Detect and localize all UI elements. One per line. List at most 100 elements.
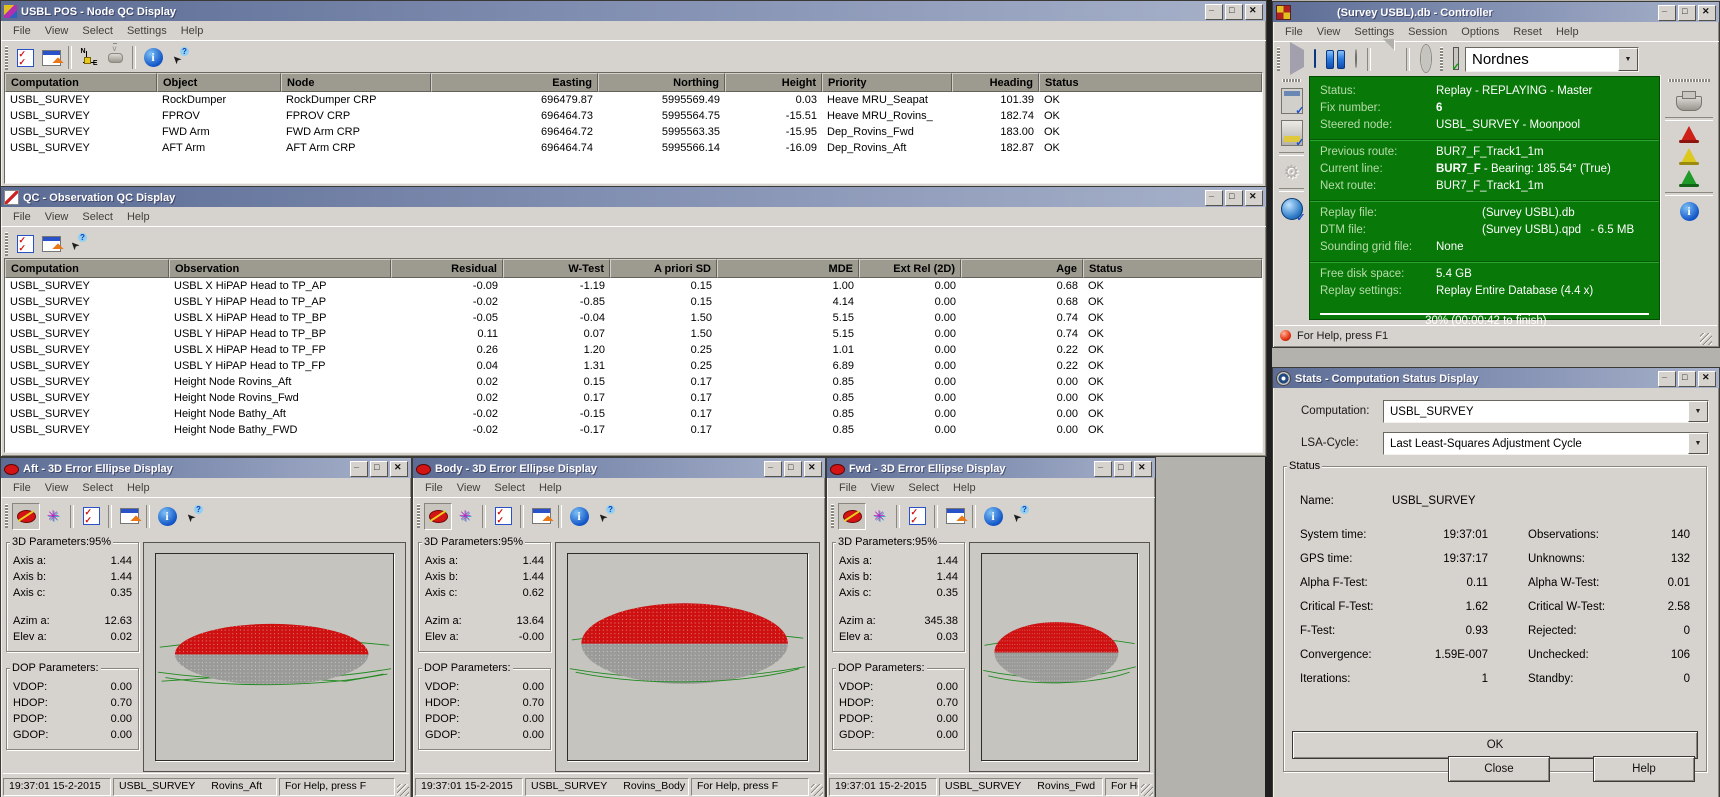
toolbar-grip[interactable] bbox=[5, 504, 8, 528]
add-display-button[interactable] bbox=[942, 504, 968, 529]
axes-button[interactable] bbox=[76, 45, 102, 70]
chevron-down-icon[interactable] bbox=[1688, 401, 1708, 422]
network-view-button[interactable] bbox=[40, 504, 66, 529]
table-row[interactable]: USBL_SURVEYUSBL X HiPAP Head to TP_FP0.2… bbox=[5, 342, 1262, 358]
titlebar[interactable]: QC - Observation QC Display bbox=[1, 187, 1266, 207]
chevron-down-icon[interactable] bbox=[1618, 48, 1638, 71]
menu-item-select[interactable]: Select bbox=[488, 480, 533, 496]
table-row[interactable]: USBL_SURVEYFPROVFPROV CRP696464.73599556… bbox=[5, 108, 1262, 124]
add-display-button[interactable] bbox=[38, 231, 64, 256]
qc-check-button[interactable] bbox=[12, 45, 38, 70]
menu-item-options[interactable]: Options bbox=[1455, 24, 1507, 40]
resize-grip[interactable] bbox=[1141, 784, 1153, 796]
minimize-icon[interactable] bbox=[1658, 5, 1676, 21]
column-header-ext-rel-2d-[interactable]: Ext Rel (2D) bbox=[859, 259, 961, 278]
record-button[interactable] bbox=[1351, 50, 1361, 68]
column-header-computation[interactable]: Computation bbox=[5, 259, 169, 278]
column-header-observation[interactable]: Observation bbox=[169, 259, 391, 278]
close-button[interactable]: Close bbox=[1448, 756, 1550, 782]
column-header-age[interactable]: Age bbox=[961, 259, 1083, 278]
titlebar[interactable]: USBL POS - Node QC Display bbox=[1, 1, 1266, 21]
ellipse-view-button[interactable] bbox=[12, 503, 40, 530]
titlebar[interactable]: Fwd - 3D Error Ellipse Display bbox=[827, 458, 1155, 478]
network-view-button[interactable] bbox=[452, 504, 478, 529]
context-help-button[interactable] bbox=[592, 504, 618, 529]
menu-item-settings[interactable]: Settings bbox=[1348, 24, 1402, 40]
info-button[interactable] bbox=[154, 504, 180, 529]
maximize-icon[interactable] bbox=[1225, 190, 1243, 206]
column-header-status[interactable]: Status bbox=[1083, 259, 1262, 278]
titlebar[interactable]: Body - 3D Error Ellipse Display bbox=[413, 458, 825, 478]
column-header-height[interactable]: Height bbox=[725, 73, 822, 92]
column-header-status[interactable]: Status bbox=[1039, 73, 1262, 92]
minimize-icon[interactable] bbox=[1205, 190, 1223, 206]
toolbar-grip[interactable] bbox=[417, 504, 420, 528]
menu-item-session[interactable]: Session bbox=[1402, 24, 1455, 40]
vessel-button[interactable] bbox=[1661, 88, 1717, 111]
ok-button[interactable]: OK bbox=[1292, 731, 1698, 759]
add-display-button[interactable] bbox=[116, 504, 142, 529]
toolbar-grip[interactable] bbox=[1277, 47, 1280, 71]
table-row[interactable]: USBL_SURVEYHeight Node Rovins_Fwd0.020.1… bbox=[5, 390, 1262, 406]
maximize-icon[interactable] bbox=[1225, 4, 1243, 20]
menu-item-settings[interactable]: Settings bbox=[121, 23, 175, 39]
column-header-computation[interactable]: Computation bbox=[5, 73, 157, 92]
menu-item-file[interactable]: File bbox=[1279, 24, 1311, 40]
close-icon[interactable] bbox=[1698, 371, 1716, 387]
minimize-icon[interactable] bbox=[764, 461, 782, 477]
table-row[interactable]: USBL_SURVEYHeight Node Bathy_FWD-0.02-0.… bbox=[5, 422, 1262, 438]
close-icon[interactable] bbox=[1698, 5, 1716, 21]
menu-item-file[interactable]: File bbox=[833, 480, 865, 496]
table-row[interactable]: USBL_SURVEYHeight Node Rovins_Aft0.020.1… bbox=[5, 374, 1262, 390]
alert-green-button[interactable] bbox=[1661, 170, 1717, 187]
column-header-node[interactable]: Node bbox=[281, 73, 431, 92]
info-button[interactable] bbox=[980, 504, 1006, 529]
qc-check-button[interactable] bbox=[904, 504, 930, 529]
alert-yellow-button[interactable] bbox=[1661, 148, 1717, 165]
menu-item-help[interactable]: Help bbox=[175, 23, 212, 39]
error-ellipsoid-plot[interactable] bbox=[567, 553, 808, 761]
resize-grip[interactable] bbox=[811, 784, 823, 796]
context-help-button[interactable] bbox=[1006, 504, 1032, 529]
error-ellipsoid-plot[interactable] bbox=[981, 553, 1138, 761]
column-header-mde[interactable]: MDE bbox=[717, 259, 859, 278]
column-header-heading[interactable]: Heading bbox=[952, 73, 1039, 92]
menu-item-view[interactable]: View bbox=[1311, 24, 1349, 40]
menu-item-view[interactable]: View bbox=[39, 480, 77, 496]
column-header-residual[interactable]: Residual bbox=[391, 259, 503, 278]
menu-item-view[interactable]: View bbox=[39, 209, 77, 225]
titlebar[interactable]: Stats - Computation Status Display bbox=[1273, 368, 1719, 388]
toolbar-grip[interactable] bbox=[1282, 79, 1301, 82]
add-display-button[interactable] bbox=[528, 504, 554, 529]
table-row[interactable]: USBL_SURVEYAFT ArmAFT Arm CRP696464.7459… bbox=[5, 140, 1262, 156]
play-button[interactable] bbox=[1286, 50, 1308, 68]
table-row[interactable]: USBL_SURVEYUSBL X HiPAP Head to TP_BP-0.… bbox=[5, 310, 1262, 326]
network-view-button[interactable] bbox=[866, 504, 892, 529]
column-header-w-test[interactable]: W-Test bbox=[503, 259, 610, 278]
maximize-icon[interactable] bbox=[1678, 371, 1696, 387]
table-row[interactable]: USBL_SURVEYRockDumperRockDumper CRP69647… bbox=[5, 92, 1262, 108]
steered-node-button[interactable] bbox=[1449, 50, 1463, 68]
context-help-button[interactable] bbox=[180, 504, 206, 529]
close-icon[interactable] bbox=[1245, 190, 1263, 206]
info-button[interactable] bbox=[1661, 202, 1717, 221]
menu-item-view[interactable]: View bbox=[865, 480, 903, 496]
resize-grip[interactable] bbox=[397, 784, 409, 796]
table-row[interactable]: USBL_SURVEYFWD ArmFWD Arm CRP696464.7259… bbox=[5, 124, 1262, 140]
node-combobox[interactable]: Nordnes bbox=[1465, 47, 1639, 72]
chevron-down-icon[interactable] bbox=[1688, 433, 1708, 454]
menu-item-file[interactable]: File bbox=[7, 23, 39, 39]
ellipse-view-button[interactable] bbox=[424, 503, 452, 530]
io-setup-button[interactable] bbox=[1275, 120, 1308, 146]
close-icon[interactable] bbox=[1134, 461, 1152, 477]
computation-setup-button[interactable] bbox=[1275, 88, 1308, 114]
toolbar-grip[interactable] bbox=[1440, 47, 1443, 71]
table-row[interactable]: USBL_SURVEYUSBL Y HiPAP Head to TP_FP0.0… bbox=[5, 358, 1262, 374]
column-header-easting[interactable]: Easting bbox=[431, 73, 598, 92]
rescue-button[interactable] bbox=[1416, 50, 1436, 68]
menu-item-help[interactable]: Help bbox=[121, 209, 158, 225]
menu-item-select[interactable]: Select bbox=[76, 23, 121, 39]
menu-item-help[interactable]: Help bbox=[947, 480, 984, 496]
geodesy-button[interactable] bbox=[1275, 198, 1308, 220]
info-button[interactable] bbox=[140, 45, 166, 70]
